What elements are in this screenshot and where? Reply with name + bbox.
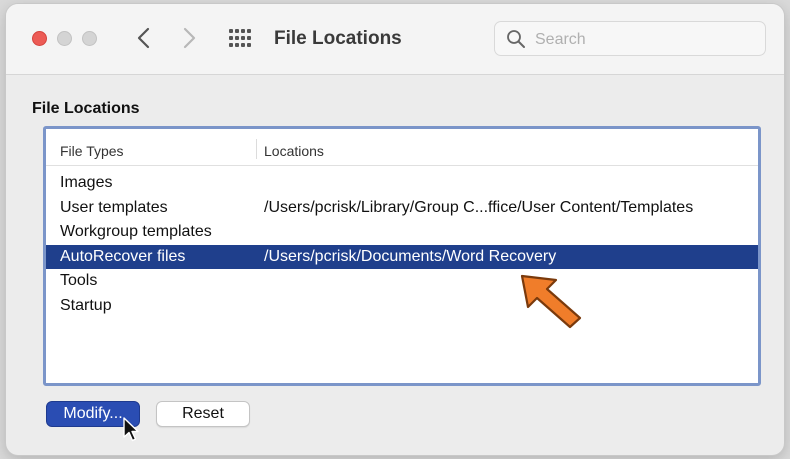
column-header-locations[interactable]: Locations (264, 143, 324, 159)
file-type-cell: User templates (60, 198, 168, 216)
file-locations-table[interactable]: File Types Locations Images User templat… (43, 126, 761, 386)
table-row[interactable]: Tools (46, 269, 758, 294)
minimize-window-button[interactable] (57, 31, 72, 46)
section-label: File Locations (32, 100, 140, 117)
location-cell: /Users/pcrisk/Library/Group C...ffice/Us… (264, 198, 694, 216)
column-header-file-types[interactable]: File Types (60, 143, 124, 159)
window-title: File Locations (274, 28, 402, 49)
reset-button[interactable]: Reset (156, 401, 250, 427)
title-bar: File Locations (6, 4, 784, 75)
column-divider (256, 139, 257, 159)
search-input[interactable] (533, 28, 757, 52)
search-icon (507, 30, 525, 48)
location-cell: /Users/pcrisk/Documents/Word Recovery (264, 247, 557, 265)
table-header: File Types Locations (46, 129, 758, 166)
file-type-cell: AutoRecover files (60, 247, 186, 265)
table-body: Images User templates /Users/pcrisk/Libr… (46, 171, 758, 319)
annotation-arrow-icon (520, 274, 582, 329)
table-row[interactable]: Startup (46, 294, 758, 319)
show-all-button[interactable] (228, 27, 252, 49)
chevron-right-icon (183, 27, 196, 49)
file-locations-window: File Locations File Locations File Types… (6, 4, 784, 455)
table-row-selected[interactable]: AutoRecover files /Users/pcrisk/Document… (46, 244, 758, 270)
file-type-cell: Tools (60, 272, 98, 290)
table-row[interactable]: Images (46, 171, 758, 196)
forward-button[interactable] (176, 24, 202, 52)
grid-icon (229, 29, 251, 47)
mouse-pointer-icon (123, 417, 139, 442)
file-type-cell: Workgroup templates (60, 223, 212, 241)
close-window-button[interactable] (32, 31, 47, 46)
file-type-cell: Images (60, 174, 113, 191)
back-button[interactable] (131, 24, 157, 52)
search-field[interactable] (494, 21, 766, 56)
zoom-window-button[interactable] (82, 31, 97, 46)
table-row[interactable]: Workgroup templates (46, 220, 758, 245)
file-type-cell: Startup (60, 296, 112, 314)
chevron-left-icon (137, 27, 150, 49)
table-row[interactable]: User templates /Users/pcrisk/Library/Gro… (46, 196, 758, 221)
